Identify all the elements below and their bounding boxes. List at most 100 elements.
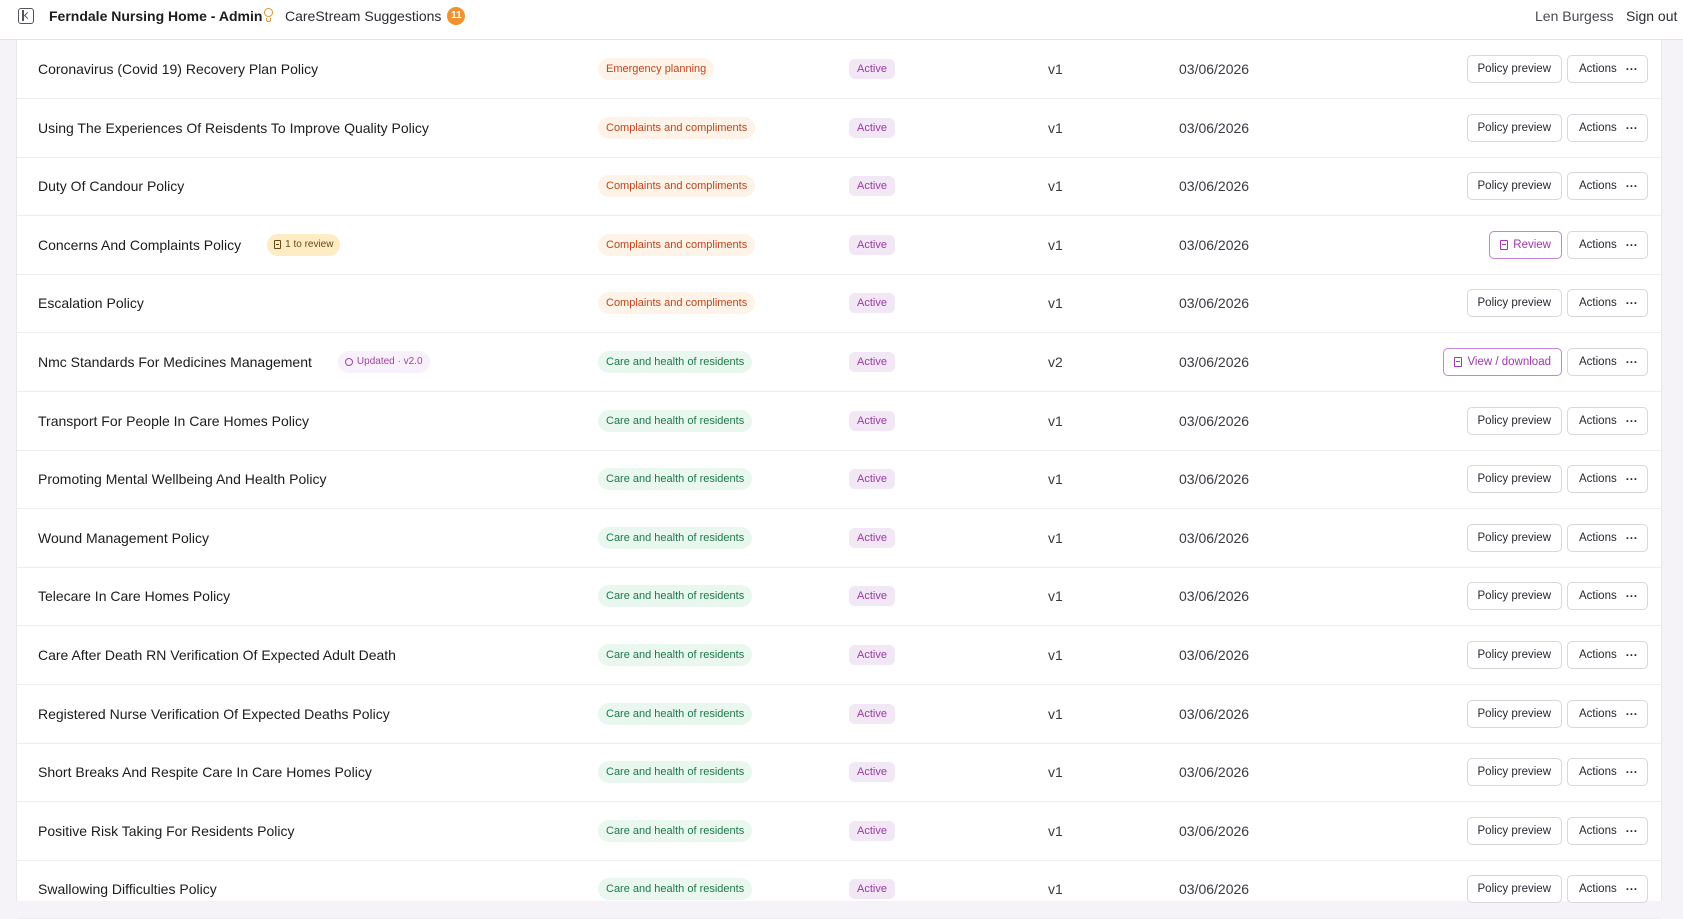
category-badge: Care and health of residents [598,819,753,842]
policy-name[interactable]: Nmc Standards For Medicines Management [38,354,312,370]
more-dots-icon: ··· [1625,237,1638,252]
table-row[interactable]: Duty Of Candour Policy Complaints and com… [17,157,1661,217]
table-row[interactable]: Wound Management Policy Care and health o… [17,509,1661,568]
actions-label: Actions [1579,649,1617,661]
actions-menu-button[interactable]: Actions ··· [1567,172,1648,201]
more-dots-icon: ··· [1625,589,1638,604]
category-cell: Care and health of residents [598,392,753,450]
policy-name[interactable]: Coronavirus (Covid 19) Recovery Plan Pol… [38,61,318,77]
policy-preview-button[interactable]: Policy preview [1466,875,1562,904]
actions-label: Actions [1579,590,1617,603]
actions-menu-button[interactable]: Actions ··· [1567,289,1648,318]
version-cell: v2 [1048,354,1063,370]
table-row[interactable]: Escalation Policy Complaints and complime… [17,274,1661,334]
policy-preview-button[interactable]: Policy preview [1466,406,1562,435]
actions-menu-button[interactable]: Actions ··· [1567,465,1648,494]
row-actions: Policy preview Actions ··· [1466,274,1648,332]
actions-menu-button[interactable]: Actions ··· [1567,113,1648,142]
user-name[interactable]: Len Burgess [1535,7,1614,25]
sign-out-link[interactable]: Sign out [1626,7,1677,25]
table-row[interactable]: Coronavirus (Covid 19) Recovery Plan Pol… [17,40,1661,99]
table-row[interactable]: Promoting Mental Wellbeing And Health Po… [17,450,1661,510]
policy-name[interactable]: Swallowing Difficulties Policy [38,881,217,897]
policy-name[interactable]: Registered Nurse Verification Of Expecte… [38,706,390,722]
actions-menu-button[interactable]: Actions ··· [1567,582,1648,611]
actions-menu-button[interactable]: Actions ··· [1567,699,1648,728]
version-cell: v1 [1048,529,1063,546]
actions-menu-button[interactable]: Actions ··· [1567,523,1648,552]
policy-preview-button[interactable]: Policy preview [1466,172,1562,201]
status-badge: Active [849,703,895,724]
row-actions: Policy preview Actions ··· [1466,40,1648,98]
policy-name[interactable]: Concerns And Complaints Policy [38,237,241,253]
category-badge: Care and health of residents [598,468,753,491]
policy-name[interactable]: Wound Management Policy [38,530,209,546]
document-icon [274,240,282,250]
actions-menu-button[interactable]: Actions ··· [1567,816,1648,845]
table-row[interactable]: Transport For People In Care Homes Polic… [17,392,1661,451]
actions-label: Actions [1579,473,1617,486]
actions-label: Actions [1579,297,1617,310]
policy-preview-button[interactable]: Policy preview [1466,289,1562,318]
policy-preview-button[interactable]: Policy preview [1466,113,1562,142]
update-icon [344,358,353,366]
table-row[interactable]: Telecare In Care Homes Policy Care and he… [17,567,1661,627]
suggestions-count-badge: 11 [447,7,466,25]
actions-menu-button[interactable]: Actions ··· [1567,55,1648,83]
policy-name[interactable]: Telecare In Care Homes Policy [38,588,230,604]
policy-preview-button[interactable]: Policy preview [1466,641,1562,669]
app-title: Ferndale Nursing Home - Admin [49,8,263,24]
policy-preview-button[interactable]: Policy preview [1466,582,1562,611]
actions-menu-button[interactable]: Actions ··· [1567,641,1648,669]
primary-action-label: Review [1513,238,1551,251]
policy-name-cell: Wound Management Policy [38,509,209,567]
lightbulb-icon [263,8,275,24]
status-badge: Active [849,762,895,783]
policy-name[interactable]: Using The Experiences Of Reisdents To Im… [38,120,429,136]
policy-preview-button[interactable]: Policy preview [1466,699,1562,728]
policy-preview-button[interactable]: Policy preview [1466,523,1562,552]
actions-menu-button[interactable]: Actions ··· [1567,875,1648,904]
policy-preview-button[interactable]: Policy preview [1466,465,1562,494]
policy-name[interactable]: Promoting Mental Wellbeing And Health Po… [38,471,326,487]
policy-name[interactable]: Care After Death RN Verification Of Expe… [38,647,396,663]
policy-name[interactable]: Duty Of Candour Policy [38,178,184,194]
policy-preview-button[interactable]: Policy preview [1466,758,1562,787]
actions-menu-button[interactable]: Actions ··· [1567,230,1648,259]
actions-label: Actions [1579,356,1617,368]
policy-name[interactable]: Short Breaks And Respite Care In Care Ho… [38,764,372,780]
actions-menu-button[interactable]: Actions ··· [1567,406,1648,435]
status-cell: Active [849,157,895,215]
table-row[interactable]: Concerns And Complaints Policy 1 to revie… [17,216,1661,275]
status-badge: Active [849,645,895,665]
actions-label: Actions [1579,883,1617,896]
policy-preview-button[interactable]: Policy preview [1466,55,1562,83]
policy-name[interactable]: Positive Risk Taking For Residents Polic… [38,823,295,839]
table-row[interactable]: Swallowing Difficulties Policy Care and h… [17,860,1661,919]
policy-preview-button[interactable]: Policy preview [1466,816,1562,845]
actions-menu-button[interactable]: Actions ··· [1567,348,1648,376]
more-dots-icon: ··· [1625,413,1638,428]
table-row[interactable]: Registered Nurse Verification Of Expecte… [17,685,1661,744]
status-cell: Active [849,392,895,450]
table-row[interactable]: Using The Experiences Of Reisdents To Im… [17,99,1661,158]
review-button[interactable]: Review [1489,230,1562,259]
table-row[interactable]: Care After Death RN Verification Of Expe… [17,626,1661,685]
table-row[interactable]: Short Breaks And Respite Care In Care Ho… [17,743,1661,803]
policy-preview-label: Policy preview [1477,531,1552,544]
version-cell: v1 [1048,178,1063,195]
table-row[interactable]: Nmc Standards For Medicines Management Up… [17,333,1661,392]
actions-menu-button[interactable]: Actions ··· [1567,758,1648,787]
policy-name-cell: Escalation Policy [38,274,144,332]
policy-name[interactable]: Escalation Policy [38,295,144,311]
suggestions-button[interactable]: CareStream Suggestions 11 [263,7,466,25]
policy-name[interactable]: Transport For People In Care Homes Polic… [38,413,309,429]
status-cell: Active [849,99,895,157]
version-cell: v1 [1048,412,1063,429]
view-download-button[interactable]: View / download [1443,348,1562,376]
row-actions: Policy preview Actions ··· [1466,99,1648,157]
table-row[interactable]: Positive Risk Taking For Residents Polic… [17,802,1661,861]
policy-preview-label: Policy preview [1477,883,1552,896]
sidebar-toggle-icon[interactable] [18,8,34,24]
row-actions: Policy preview Actions ··· [1466,157,1648,215]
